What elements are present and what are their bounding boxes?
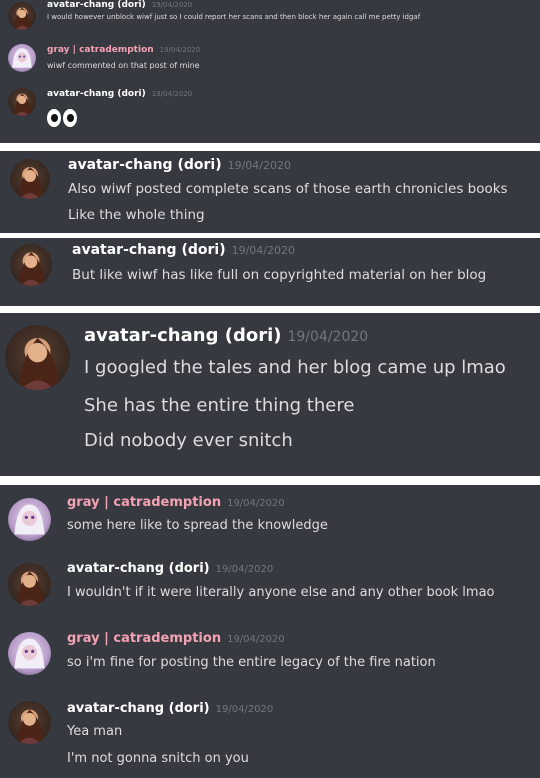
username[interactable]: gray | catrademption	[67, 631, 221, 646]
message-text: Did nobody ever snitch	[84, 430, 293, 451]
message-text: I would however unblock wiwf just so I c…	[47, 13, 421, 21]
message-header: avatar-chang (dori) 19/04/2020	[47, 0, 192, 10]
username[interactable]: avatar-chang (dori)	[84, 325, 281, 346]
timestamp: 19/04/2020	[215, 564, 274, 575]
message: avatar-chang (dori) 19/04/2020 I would ho…	[0, 0, 540, 30]
message-text: so i'm fine for posting the entire legac…	[67, 655, 436, 670]
message-header: avatar-chang (dori) 19/04/2020	[84, 325, 368, 346]
avatar[interactable]	[8, 2, 36, 30]
message-text: Like the whole thing	[68, 207, 205, 223]
message: gray | catrademption 19/04/2020 some here…	[0, 485, 540, 547]
timestamp: 19/04/2020	[227, 634, 285, 645]
avatar[interactable]	[8, 44, 36, 72]
username[interactable]: gray | catrademption	[47, 45, 154, 55]
avatar[interactable]	[10, 244, 52, 286]
chat-panel-1: avatar-chang (dori) 19/04/2020 I would ho…	[0, 0, 540, 143]
message-text: I googled the tales and her blog came up…	[84, 357, 506, 378]
message: gray | catrademption 19/04/2020 so i'm fi…	[0, 626, 540, 688]
message: avatar-chang (dori) 19/04/2020 I googled …	[0, 313, 540, 476]
message: avatar-chang (dori) 19/04/2020 I wouldn't…	[0, 557, 540, 619]
message-header: gray | catrademption 19/04/2020	[47, 45, 200, 55]
avatar[interactable]	[8, 563, 51, 606]
eye-icon	[47, 109, 61, 127]
avatar[interactable]	[8, 498, 51, 541]
chat-panel-2: avatar-chang (dori) 19/04/2020 Also wiwf …	[0, 151, 540, 233]
username[interactable]: avatar-chang (dori)	[47, 0, 146, 10]
avatar[interactable]	[5, 325, 70, 390]
message: gray | catrademption 19/04/2020 wiwf comm…	[0, 42, 540, 76]
username[interactable]: gray | catrademption	[67, 495, 221, 510]
message-text: Also wiwf posted complete scans of those…	[68, 181, 508, 197]
username[interactable]: avatar-chang (dori)	[67, 561, 210, 576]
avatar[interactable]	[8, 632, 51, 675]
message: avatar-chang (dori) 19/04/2020 Yea man I'…	[0, 695, 540, 778]
timestamp: 19/04/2020	[287, 329, 369, 345]
eye-icon	[63, 109, 77, 127]
message-text: Yea man	[67, 724, 123, 739]
chat-panel-3: avatar-chang (dori) 19/04/2020 But like w…	[0, 238, 540, 306]
message: avatar-chang (dori) 19/04/2020 Also wiwf …	[0, 151, 540, 233]
timestamp: 19/04/2020	[151, 90, 193, 98]
message-header: avatar-chang (dori) 19/04/2020	[47, 89, 192, 99]
timestamp: 19/04/2020	[159, 46, 201, 54]
message-text: I wouldn't if it were literally anyone e…	[67, 585, 495, 600]
username[interactable]: avatar-chang (dori)	[72, 242, 226, 258]
message-text: I'm not gonna snitch on you	[67, 751, 249, 766]
message-header: gray | catrademption 19/04/2020	[67, 495, 285, 510]
message-header: avatar-chang (dori) 19/04/2020	[72, 242, 295, 258]
eyes-emoji	[47, 109, 77, 127]
chat-panel-4: avatar-chang (dori) 19/04/2020 I googled …	[0, 313, 540, 476]
message-text: some here like to spread the knowledge	[67, 518, 328, 533]
message: avatar-chang (dori) 19/04/2020 But like w…	[0, 238, 540, 306]
message-text: She has the entire thing there	[84, 395, 355, 416]
username[interactable]: avatar-chang (dori)	[47, 89, 146, 99]
avatar[interactable]	[8, 701, 51, 744]
message: avatar-chang (dori) 19/04/2020	[0, 86, 540, 136]
message-header: avatar-chang (dori) 19/04/2020	[68, 157, 291, 173]
timestamp: 19/04/2020	[227, 498, 285, 509]
message-text: wiwf commented on that post of mine	[47, 61, 200, 70]
username[interactable]: avatar-chang (dori)	[67, 701, 210, 716]
message-text: But like wiwf has like full on copyright…	[72, 267, 487, 283]
timestamp: 19/04/2020	[215, 704, 274, 715]
timestamp: 19/04/2020	[227, 159, 291, 172]
message-header: avatar-chang (dori) 19/04/2020	[67, 701, 273, 716]
message-header: avatar-chang (dori) 19/04/2020	[67, 561, 273, 576]
timestamp: 19/04/2020	[231, 244, 295, 257]
avatar[interactable]	[8, 88, 36, 116]
avatar[interactable]	[10, 159, 50, 199]
chat-panel-5: gray | catrademption 19/04/2020 some here…	[0, 485, 540, 778]
timestamp: 19/04/2020	[151, 1, 193, 9]
username[interactable]: avatar-chang (dori)	[68, 157, 222, 173]
message-header: gray | catrademption 19/04/2020	[67, 631, 285, 646]
